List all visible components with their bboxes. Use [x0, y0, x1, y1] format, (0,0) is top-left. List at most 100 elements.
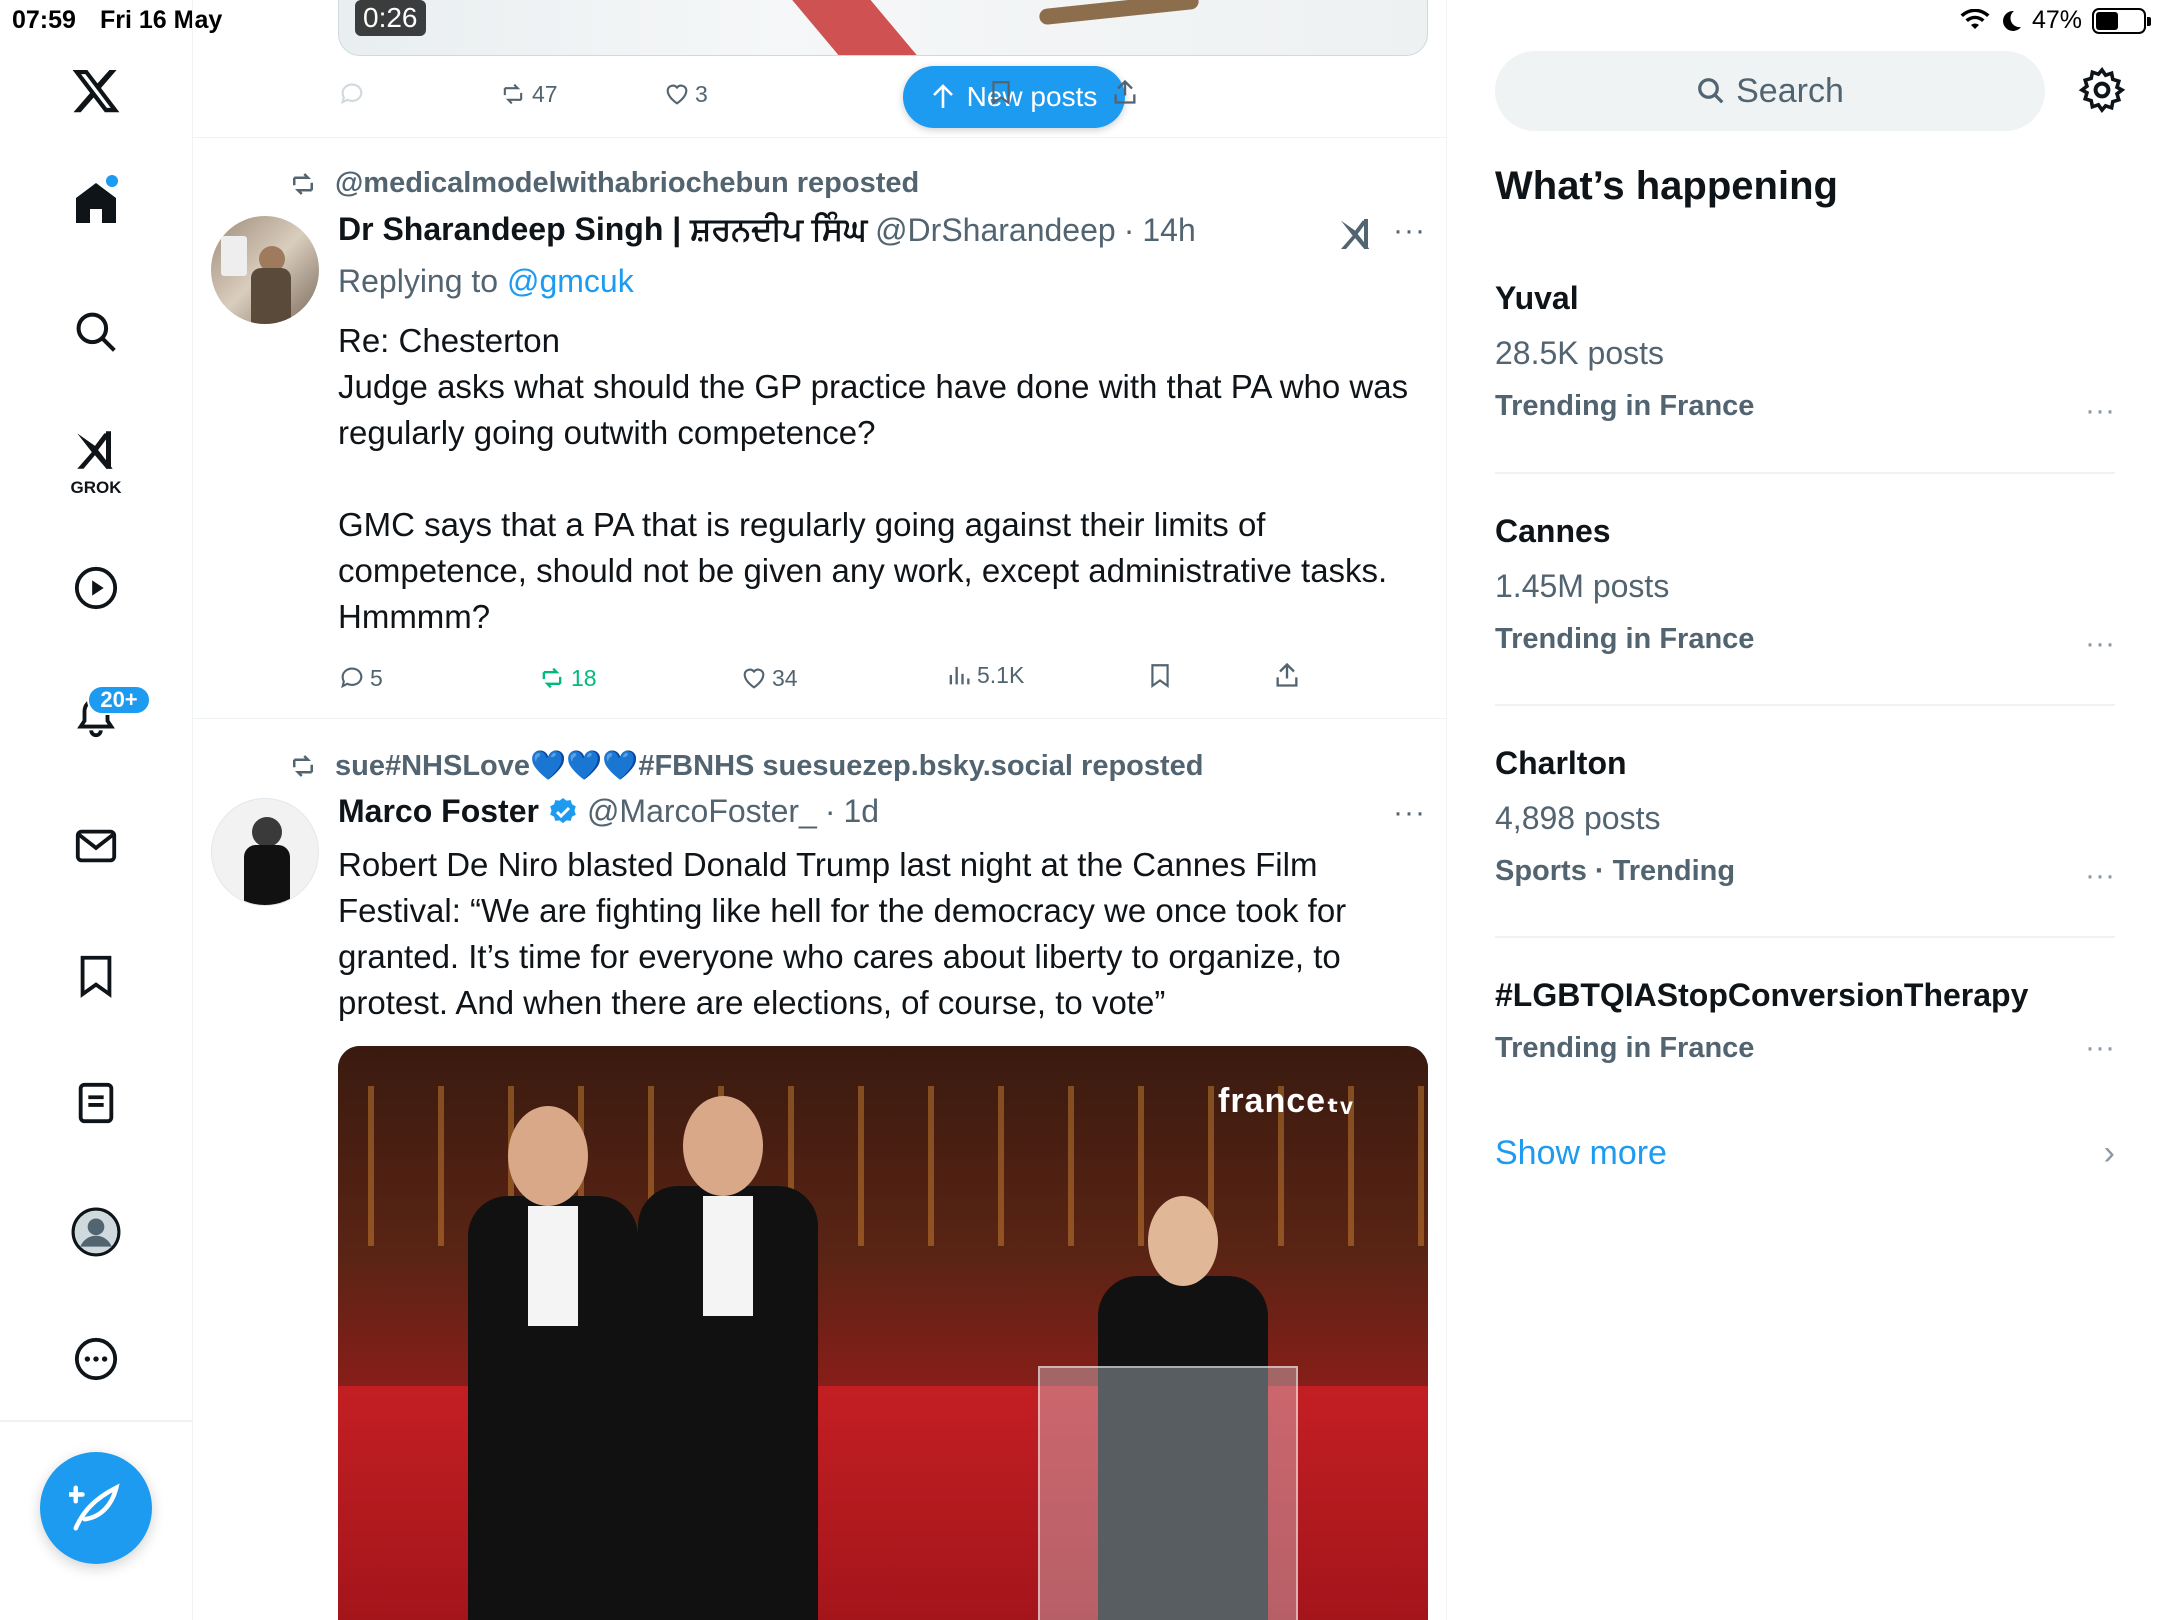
- separator-dot: ·: [824, 793, 836, 829]
- trend-context: Sports · Trending: [1495, 855, 1736, 887]
- trend-name: Yuval: [1495, 280, 1579, 316]
- more-icon[interactable]: [60, 1323, 132, 1395]
- replying-to: Replying to @gmcuk: [338, 263, 634, 300]
- replying-prefix: Replying to: [338, 263, 507, 299]
- trend-divider: [1495, 936, 2115, 938]
- video-duration: 0:26: [355, 0, 426, 36]
- post-divider: [193, 137, 1446, 138]
- more-options-icon[interactable]: ···: [2085, 627, 2115, 661]
- post-divider: [193, 718, 1446, 719]
- mail-icon[interactable]: [60, 810, 132, 882]
- repost-button[interactable]: 18: [537, 664, 597, 692]
- wifi-icon: [1960, 8, 1990, 29]
- more-options-icon[interactable]: ···: [1393, 796, 1426, 830]
- views-button[interactable]: 5.1K: [945, 661, 1024, 689]
- views-icon: [949, 666, 970, 685]
- video-watermark: franceₜᵥ: [1218, 1082, 1354, 1120]
- search-icon[interactable]: [60, 296, 132, 368]
- reply-button[interactable]: [338, 80, 366, 108]
- trend-posts: 28.5K posts: [1495, 335, 1664, 371]
- profile-icon[interactable]: [60, 1196, 132, 1268]
- avatar[interactable]: [211, 216, 319, 324]
- arrow-up-icon: [932, 84, 953, 108]
- reply-button[interactable]: 5: [338, 664, 383, 692]
- post-header: Marco Foster @MarcoFoster_ · 1d: [338, 793, 879, 830]
- trend-posts: 4,898 posts: [1495, 800, 1661, 836]
- like-count: 34: [772, 664, 798, 691]
- gear-icon[interactable]: [2078, 66, 2126, 114]
- more-options-icon[interactable]: ···: [2085, 859, 2115, 893]
- reply-icon: [341, 83, 363, 105]
- post-media-video[interactable]: [338, 0, 1428, 56]
- trend-divider: [1495, 472, 2115, 474]
- trend-item[interactable]: Charlton 4,898 posts Sports · Trending ·…: [1495, 745, 2115, 892]
- trend-item[interactable]: Yuval 28.5K posts Trending in France ···: [1495, 280, 2115, 427]
- share-icon: [1276, 662, 1298, 687]
- trend-name: Charlton: [1495, 745, 1627, 781]
- post-time[interactable]: 14h: [1142, 212, 1195, 249]
- status-right: 47%: [1960, 6, 2151, 35]
- bookmark-icon[interactable]: [60, 939, 132, 1011]
- repost-icon: [542, 667, 562, 689]
- share-button[interactable]: [1111, 78, 1139, 106]
- like-button[interactable]: 3: [663, 80, 708, 108]
- heart-icon: [743, 668, 765, 689]
- repost-context: @medicalmodelwithabriochebun reposted: [285, 167, 919, 200]
- avatar[interactable]: [211, 798, 319, 906]
- repost-icon: [503, 83, 523, 105]
- section-title: What’s happening: [1495, 164, 1838, 208]
- nav-divider: [0, 1420, 193, 1422]
- share-button[interactable]: [1273, 661, 1301, 689]
- bookmark-icon: [992, 81, 1010, 105]
- author-name[interactable]: Marco Foster: [338, 793, 539, 830]
- grok-label: GROK: [70, 478, 122, 497]
- bookmark-button[interactable]: [988, 78, 1014, 106]
- new-posts-button[interactable]: New posts: [903, 66, 1125, 128]
- battery-percent: 47%: [2031, 6, 2082, 34]
- post-video[interactable]: franceₜᵥ: [338, 1046, 1428, 1620]
- post-header: Dr Sharandeep Singh | ਸ਼ਰਨਦੀਪ ਸਿੰਘ @DrSh…: [338, 211, 1196, 249]
- author-handle[interactable]: @DrSharandeep: [875, 212, 1116, 249]
- post-text: Robert De Niro blasted Donald Trump last…: [338, 846, 1356, 1021]
- trend-context: Trending in France: [1495, 390, 1755, 422]
- repost-icon: [293, 172, 313, 195]
- trend-context: Trending in France: [1495, 1032, 1755, 1064]
- bookmark-button[interactable]: [1147, 661, 1173, 689]
- trend-item[interactable]: #LGBTQIAStopConversionTherapy Trending i…: [1495, 977, 2115, 1065]
- reply-icon: [341, 667, 363, 689]
- trend-posts: 1.45M posts: [1495, 568, 1670, 604]
- search-icon: [1698, 78, 1724, 104]
- verified-badge-icon: [550, 797, 576, 823]
- like-count: 3: [695, 80, 708, 107]
- heart-icon: [666, 84, 688, 105]
- author-name[interactable]: Dr Sharandeep Singh | ਸ਼ਰਨਦੀਪ ਸਿੰਘ: [338, 211, 867, 249]
- search-input[interactable]: Search: [1495, 51, 2045, 131]
- grok-icon[interactable]: [60, 414, 132, 486]
- more-options-icon[interactable]: ···: [2085, 1031, 2115, 1065]
- repost-count: 47: [532, 80, 558, 107]
- post-text: Re: Chesterton Judge asks what should th…: [338, 322, 1409, 635]
- battery-icon: [2092, 7, 2151, 34]
- home-icon[interactable]: [60, 167, 132, 239]
- more-options-icon[interactable]: ···: [1393, 214, 1426, 248]
- lists-icon[interactable]: [60, 1067, 132, 1139]
- more-options-icon[interactable]: ···: [2085, 394, 2115, 428]
- new-posts-label: New posts: [966, 81, 1098, 112]
- replying-handle[interactable]: @gmcuk: [507, 263, 634, 299]
- compose-button[interactable]: [40, 1452, 152, 1564]
- repost-context-text: sue#NHSLove💙💙💙#FBNHS suesuezep.bsky.soci…: [335, 750, 1204, 782]
- home-unread-dot: [106, 175, 118, 187]
- repost-button[interactable]: 47: [498, 80, 558, 108]
- post-time[interactable]: 1d: [843, 793, 879, 830]
- reply-count: 5: [370, 664, 383, 691]
- chevron-right-icon: ›: [2103, 1134, 2115, 1172]
- grok-icon[interactable]: [1336, 214, 1376, 254]
- search-placeholder: Search: [1736, 71, 1844, 110]
- share-icon: [1114, 79, 1136, 104]
- show-more-link[interactable]: Show more ›: [1495, 1134, 2115, 1173]
- trend-item[interactable]: Cannes 1.45M posts Trending in France ··…: [1495, 513, 2115, 660]
- like-button[interactable]: 34: [740, 664, 798, 692]
- author-handle[interactable]: @MarcoFoster_: [587, 793, 817, 830]
- x-logo-icon[interactable]: [60, 55, 132, 127]
- video-icon[interactable]: [60, 552, 132, 624]
